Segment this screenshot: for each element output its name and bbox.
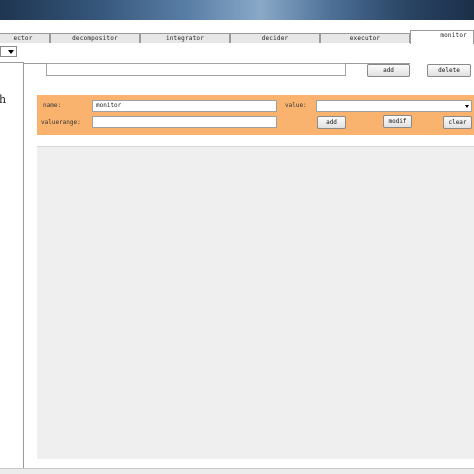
value-select[interactable] <box>316 100 472 112</box>
tab-strip: ector decompositor integrator decider ex… <box>0 20 474 64</box>
tab-integrator[interactable]: integrator <box>140 33 230 43</box>
tab-selector[interactable]: ector <box>0 33 50 43</box>
tab-monitor[interactable]: monitor <box>410 30 474 44</box>
status-bar <box>0 468 474 474</box>
valuerange-field[interactable] <box>92 116 277 128</box>
left-dropdown[interactable] <box>0 46 17 57</box>
name-field[interactable]: monitor <box>92 100 277 112</box>
left-tree-panel[interactable]: h <box>0 62 24 470</box>
delete-button[interactable]: delete <box>427 64 471 77</box>
edit-form-panel: name: monitor value: valuerange: add mod… <box>37 95 474 135</box>
tab-decider[interactable]: decider <box>230 33 320 43</box>
name-label: name: <box>43 102 62 109</box>
app-window: ector decompositor integrator decider ex… <box>0 0 474 474</box>
search-input[interactable] <box>46 63 346 76</box>
tab-decompositor[interactable]: decompositor <box>50 33 140 43</box>
chevron-down-icon <box>8 50 14 54</box>
results-area[interactable] <box>37 146 474 459</box>
chevron-down-icon <box>465 105 469 108</box>
add-button[interactable]: add <box>367 64 410 77</box>
clear-button[interactable]: clear <box>443 116 472 129</box>
title-bar <box>0 0 474 20</box>
modify-button[interactable]: modif <box>383 115 412 128</box>
value-label: value: <box>285 102 307 109</box>
valuerange-label: valuerange: <box>41 119 81 126</box>
form-add-button[interactable]: add <box>317 116 346 129</box>
tab-executor[interactable]: executor <box>320 33 410 43</box>
left-panel-label: h <box>0 93 7 106</box>
